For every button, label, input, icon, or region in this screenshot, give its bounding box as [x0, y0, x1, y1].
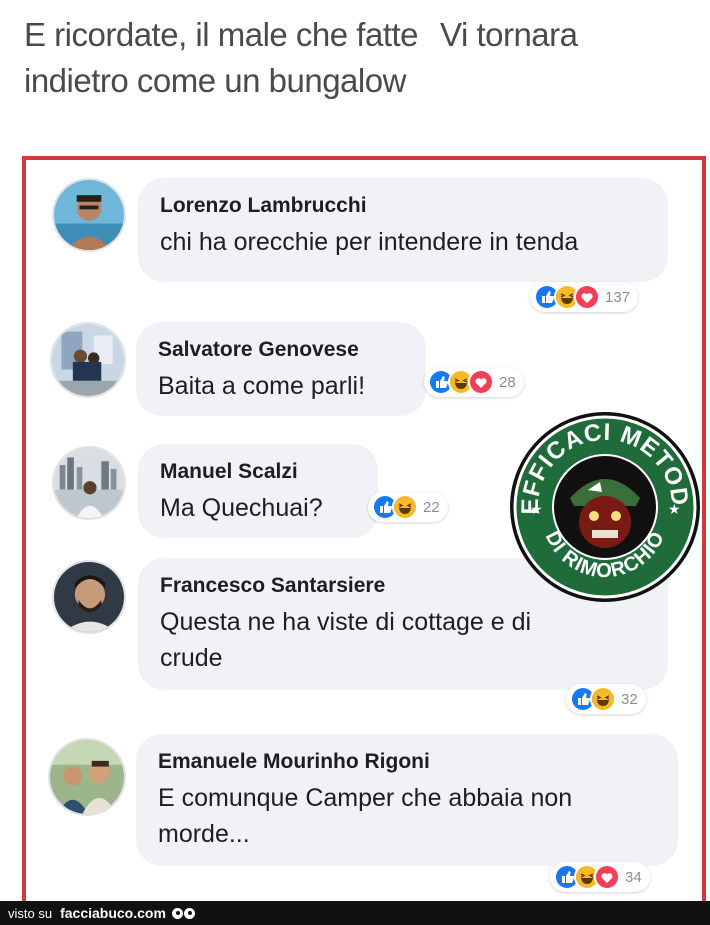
comment-text-line-2: morde...: [158, 820, 250, 848]
eyes-icon: [171, 907, 195, 919]
reactions-summary[interactable]: 137: [530, 282, 639, 312]
reaction-count: 137: [605, 288, 631, 306]
caption-line-1-part-1: E ricordate, il male che fatte: [24, 16, 419, 53]
efficaci-metodi-badge-logo: EFFICACI METODI DI RIMORCHIO ★ ★: [508, 410, 702, 604]
haha-icon: [590, 686, 616, 712]
comment-text: Baita a come parli!: [158, 372, 366, 400]
reaction-count: 28: [499, 373, 516, 391]
love-icon: [574, 284, 600, 310]
reaction-count: 34: [625, 868, 642, 886]
svg-text:★: ★: [668, 501, 681, 517]
reactions-summary[interactable]: 28: [424, 367, 524, 397]
caption-line-1: E ricordate, il male che fatte Vi tornara: [24, 12, 704, 58]
reactions-summary[interactable]: 34: [550, 862, 650, 892]
comment-text-line-1: Questa ne ha viste di cottage e di: [160, 608, 532, 636]
comment-bubble: Salvatore Genovese Baita a come parli!: [136, 322, 426, 416]
meme-caption: E ricordate, il male che fatte Vi tornara…: [24, 12, 704, 104]
commenter-name[interactable]: Emanuele Mourinho Rigoni: [158, 748, 656, 776]
comment-text-line-2: crude: [160, 644, 223, 672]
avatar[interactable]: [52, 178, 126, 252]
caption-line-2: indietro come un bungalow: [24, 62, 406, 99]
love-icon: [594, 864, 620, 890]
love-icon: [468, 369, 494, 395]
reaction-count: 22: [423, 498, 440, 516]
comment-bubble: Emanuele Mourinho Rigoni E comunque Camp…: [136, 734, 678, 866]
comment-text: Ma Quechuai?: [160, 494, 323, 522]
avatar[interactable]: [52, 446, 126, 520]
avatar[interactable]: [50, 322, 126, 398]
haha-icon: [392, 494, 418, 520]
svg-text:★: ★: [530, 501, 543, 517]
caption-line-1-part-2: Vi tornara: [440, 16, 578, 53]
comment-text: chi ha orecchie per intendere in tenda: [160, 228, 579, 256]
avatar[interactable]: [48, 738, 126, 816]
comment-text-line-1: E comunque Camper che abbaia non: [158, 784, 573, 812]
watermark-footer: visto su facciabuco.com: [0, 901, 710, 925]
reactions-summary[interactable]: 32: [566, 684, 646, 714]
reaction-count: 32: [621, 690, 638, 708]
reactions-summary[interactable]: 22: [368, 492, 448, 522]
footer-brand[interactable]: facciabuco.com: [60, 905, 166, 921]
commenter-name[interactable]: Salvatore Genovese: [158, 336, 404, 364]
commenter-name[interactable]: Manuel Scalzi: [160, 458, 356, 486]
footer-prefix: visto su: [8, 905, 53, 921]
comment-bubble: Lorenzo Lambrucchi chi ha orecchie per i…: [138, 178, 668, 282]
commenter-name[interactable]: Lorenzo Lambrucchi: [160, 192, 646, 220]
avatar[interactable]: [52, 560, 126, 634]
comment-bubble: Manuel Scalzi Ma Quechuai?: [138, 444, 378, 538]
